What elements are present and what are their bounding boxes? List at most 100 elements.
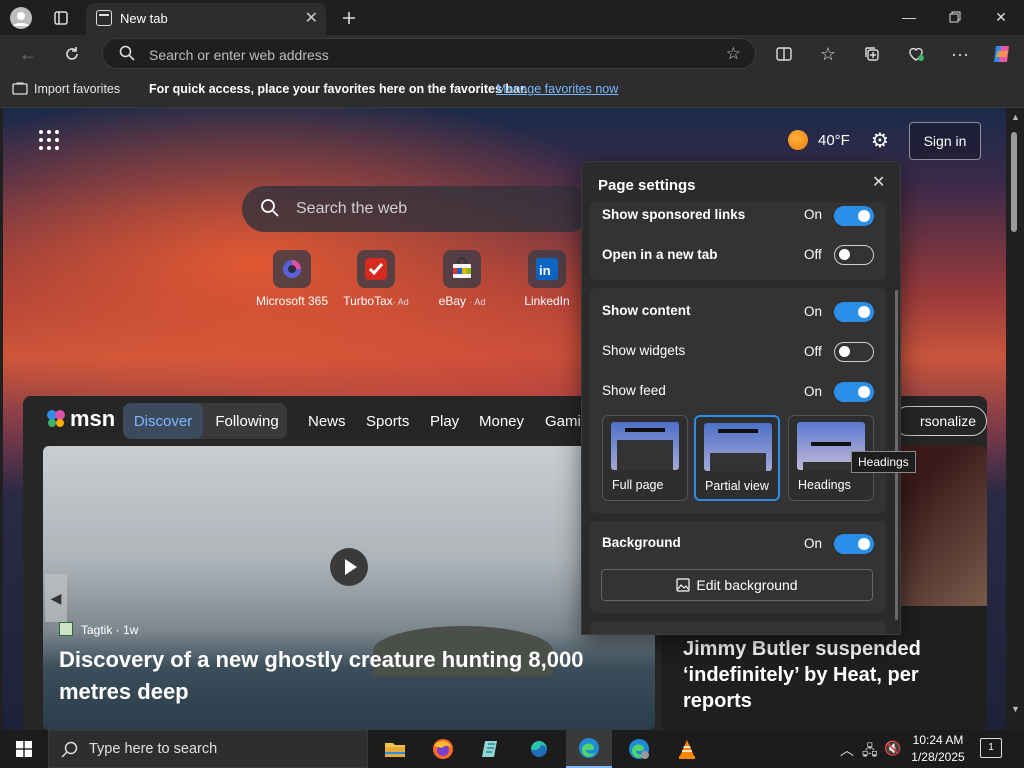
nav-money[interactable]: Money <box>479 413 524 430</box>
panel-title: Page settings <box>598 177 696 194</box>
show-widgets-label: Show widgets <box>602 343 686 358</box>
play-video-icon[interactable] <box>330 548 368 586</box>
search-icon <box>261 199 279 217</box>
notepad-icon[interactable] <box>468 730 514 768</box>
carousel-previous-icon[interactable]: ◀ <box>45 574 67 622</box>
show-widgets-state: Off <box>804 344 822 359</box>
ad-label: · Ad <box>392 297 409 307</box>
main-news-card[interactable]: ◀ Tagtik · 1w Discovery of a new ghostly… <box>43 446 655 730</box>
notification-center-icon[interactable]: 1 <box>980 738 1002 758</box>
scroll-down-icon[interactable]: ▼ <box>1011 704 1020 714</box>
file-explorer-icon[interactable] <box>372 730 418 768</box>
browser-essentials-icon[interactable] <box>902 40 930 68</box>
edit-background-button[interactable]: Edit background <box>601 569 873 601</box>
layout-partial-view[interactable]: Partial view <box>694 415 780 501</box>
sign-in-button[interactable]: Sign in <box>909 122 981 160</box>
restore-icon[interactable] <box>932 0 978 34</box>
show-content-toggle[interactable] <box>834 302 874 322</box>
profile-avatar[interactable] <box>8 5 34 31</box>
browser-window: New tab ✕ — ✕ ← Search or enter web addr… <box>0 0 1024 768</box>
title-bar: New tab ✕ — ✕ <box>0 0 1024 35</box>
back-icon[interactable]: ← <box>14 40 42 68</box>
scroll-up-icon[interactable]: ▲ <box>1011 112 1020 122</box>
favorite-star-icon[interactable]: ☆ <box>726 44 741 64</box>
msn-logo[interactable]: msn <box>45 406 115 432</box>
weather-sun-icon[interactable] <box>788 130 808 150</box>
minimize-icon[interactable]: — <box>886 0 932 34</box>
import-favorites-link[interactable]: Import favorites <box>34 82 120 96</box>
notification-count: 1 <box>988 742 994 753</box>
microsoft-365-icon <box>273 250 311 288</box>
nav-play[interactable]: Play <box>430 413 459 430</box>
weather-temperature[interactable]: 40°F <box>818 132 850 149</box>
tab-title: New tab <box>120 11 168 26</box>
shield-app-icon[interactable] <box>516 730 562 768</box>
web-search-box[interactable]: Search the web <box>242 186 592 232</box>
page-scrollbar-thumb[interactable] <box>1011 132 1017 232</box>
tab-following[interactable]: Following <box>207 403 287 439</box>
show-hidden-icons-icon[interactable]: ︿ <box>840 740 854 760</box>
page-settings-gear-icon[interactable]: ⚙ <box>869 130 891 152</box>
new-tab-icon <box>96 10 112 26</box>
quick-link-ebay[interactable]: eBay · Ad <box>422 250 502 308</box>
favorites-icon[interactable]: ☆ <box>814 40 842 68</box>
tab-actions-icon[interactable] <box>48 5 74 31</box>
msn-butterfly-icon <box>47 410 65 427</box>
quick-link-linkedin[interactable]: in LinkedIn <box>507 250 587 308</box>
show-feed-label: Show feed <box>602 383 666 398</box>
sponsored-links-state: On <box>804 207 823 222</box>
volume-muted-icon[interactable]: 🔇 <box>884 740 901 757</box>
personalize-button[interactable]: rsonalize <box>893 406 987 436</box>
address-bar[interactable]: Search or enter web address ☆ <box>102 38 756 69</box>
layout-label: Headings <box>798 478 851 492</box>
taskbar-clock[interactable]: 10:24 AM 1/28/2025 <box>906 732 970 766</box>
open-new-tab-label: Open in a new tab <box>602 247 718 262</box>
sponsored-links-toggle[interactable] <box>834 206 874 226</box>
show-feed-toggle[interactable] <box>834 382 874 402</box>
refresh-icon[interactable] <box>58 40 86 68</box>
search-icon <box>119 45 135 61</box>
tile-label: TurboTax <box>343 294 393 308</box>
show-widgets-toggle[interactable] <box>834 342 874 362</box>
clock-date: 1/28/2025 <box>911 750 965 764</box>
more-options-icon[interactable]: ··· <box>946 40 974 68</box>
navigation-bar: ← Search or enter web address ☆ ☆ ··· <box>0 35 1024 72</box>
network-icon[interactable]: 🖧 <box>862 740 878 764</box>
background-settings-group: Background On Edit background <box>590 521 886 613</box>
edit-background-label: Edit background <box>696 577 798 593</box>
open-new-tab-toggle[interactable] <box>834 245 874 265</box>
edge-taskbar-icon[interactable] <box>566 730 612 768</box>
close-tab-icon[interactable]: ✕ <box>305 8 318 28</box>
nav-gaming[interactable]: Gami <box>545 413 581 430</box>
layout-preview <box>611 422 679 470</box>
web-search-placeholder: Search the web <box>296 200 408 217</box>
layout-full-page[interactable]: Full page <box>602 415 688 501</box>
taskbar-search-box[interactable]: Type here to search <box>48 730 368 768</box>
firefox-icon[interactable] <box>420 730 466 768</box>
quick-link-microsoft-365[interactable]: Microsoft 365 <box>252 250 332 308</box>
tab-new-tab[interactable]: New tab ✕ <box>86 3 326 35</box>
more-settings-group <box>590 621 886 634</box>
copilot-icon[interactable] <box>988 40 1016 68</box>
nav-news[interactable]: News <box>308 413 346 430</box>
ebay-icon <box>443 250 481 288</box>
manage-favorites-link[interactable]: Manage favorites now <box>496 82 618 96</box>
collections-icon[interactable] <box>858 40 886 68</box>
close-panel-icon[interactable]: ✕ <box>872 172 885 192</box>
new-tab-plus-icon[interactable] <box>336 5 362 31</box>
app-launcher-icon[interactable] <box>39 130 59 150</box>
show-feed-state: On <box>804 384 823 399</box>
tab-discover[interactable]: Discover <box>123 403 203 439</box>
side-card-headline[interactable]: Jimmy Butler suspended ‘indefinitely’ by… <box>683 636 973 714</box>
windows-start-icon[interactable] <box>0 730 48 768</box>
vlc-icon[interactable] <box>664 730 710 768</box>
split-screen-icon[interactable] <box>770 40 798 68</box>
windows-taskbar: Type here to search ︿ 🖧 🔇 10:24 AM 1/28/… <box>0 730 1024 768</box>
background-toggle[interactable] <box>834 534 874 554</box>
tile-label: eBay <box>438 294 466 308</box>
main-card-headline[interactable]: Discovery of a new ghostly creature hunt… <box>59 644 619 708</box>
nav-sports[interactable]: Sports <box>366 413 409 430</box>
close-window-icon[interactable]: ✕ <box>978 0 1024 34</box>
quick-link-turbotax[interactable]: TurboTax· Ad <box>336 250 416 308</box>
edge-profile-icon[interactable] <box>616 730 662 768</box>
